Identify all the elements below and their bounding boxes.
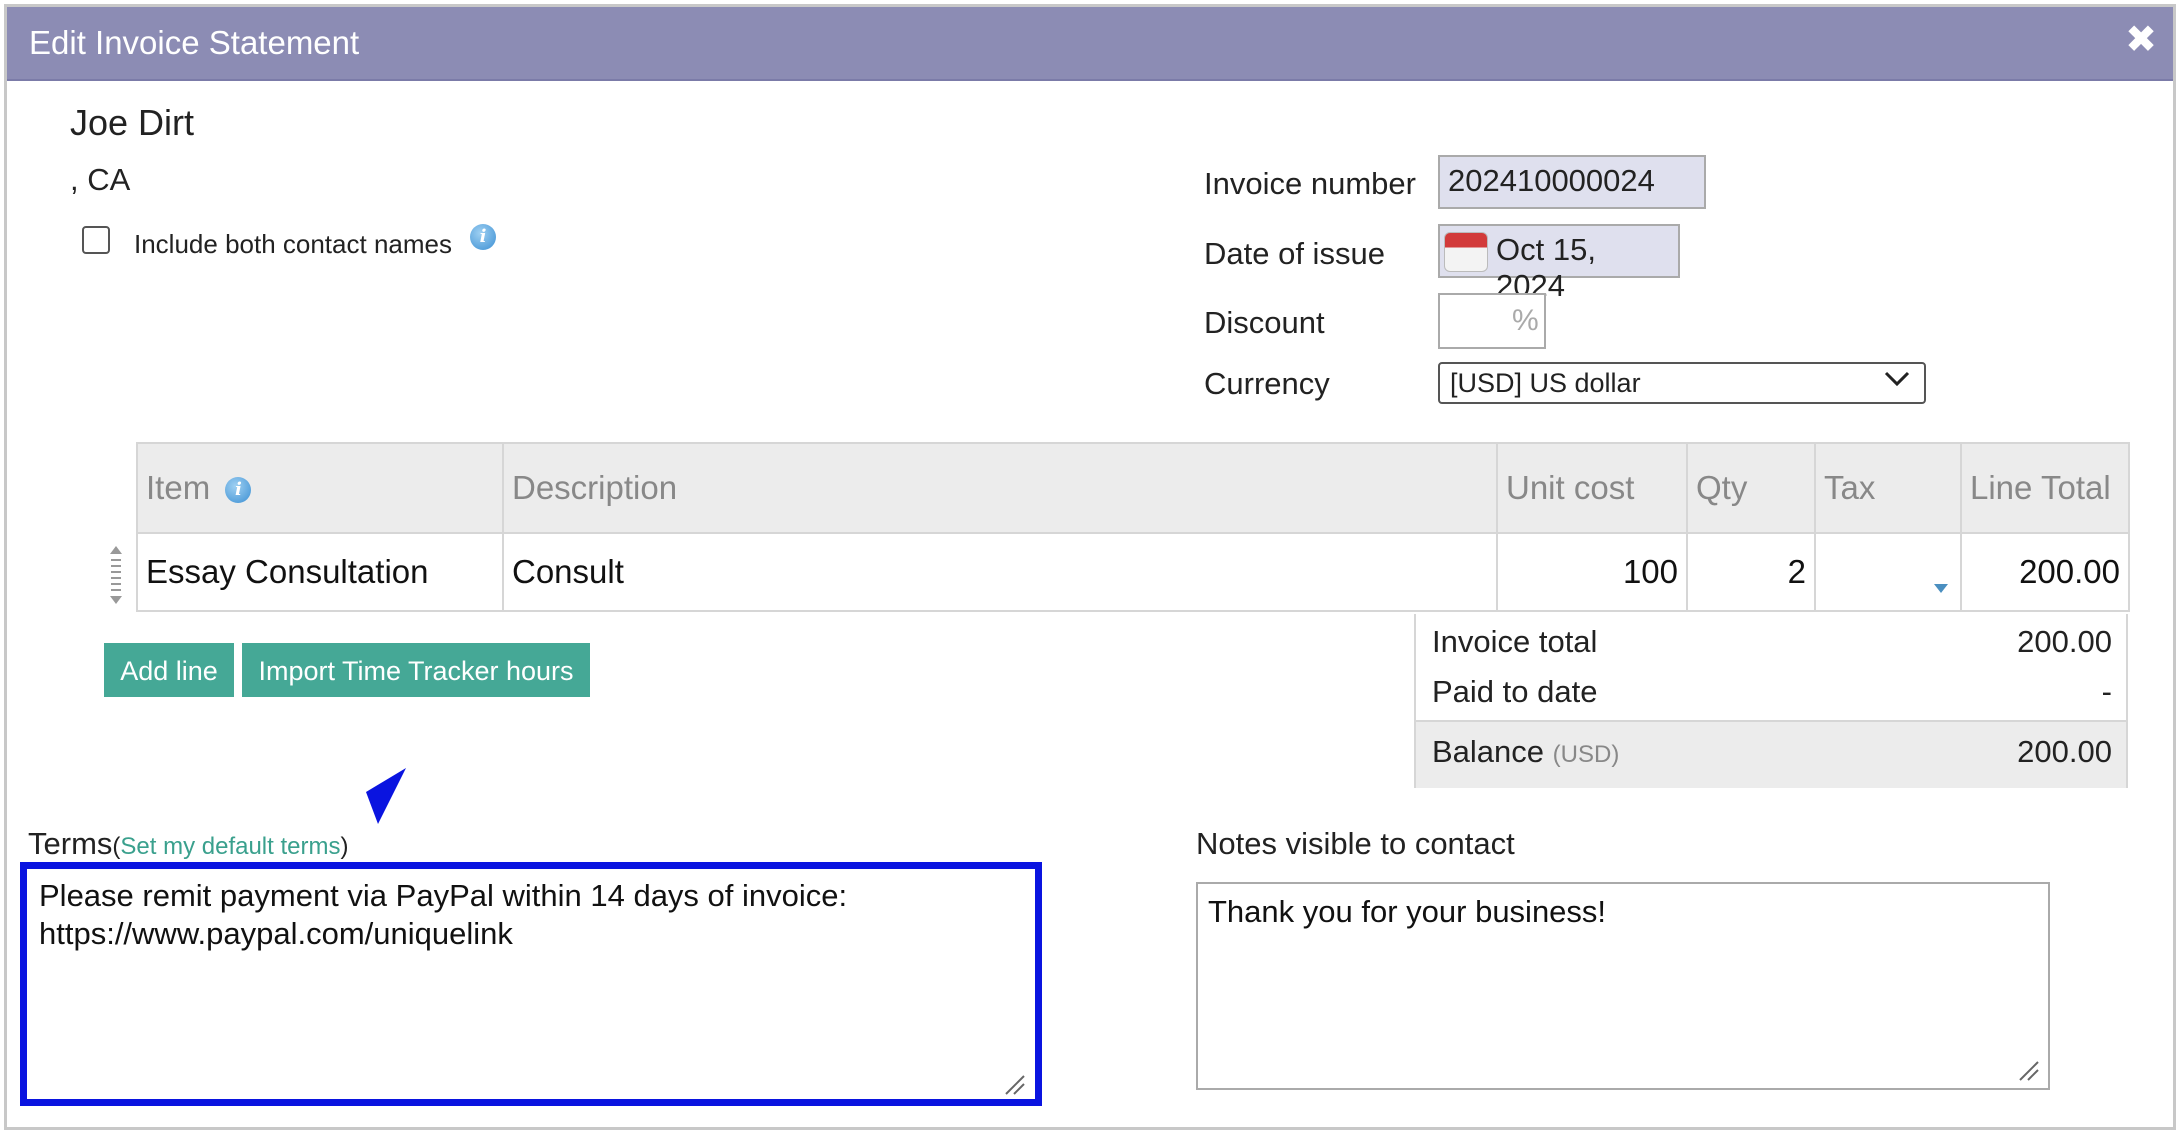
- set-default-terms-link[interactable]: Set my default terms: [120, 833, 340, 860]
- currency-select[interactable]: [USD] US dollar: [1438, 362, 1926, 404]
- import-time-tracker-button[interactable]: Import Time Tracker hours: [242, 643, 590, 697]
- balance-row: Balance (USD) 200.00: [1416, 720, 2126, 788]
- chevron-down-icon: [1882, 366, 1912, 397]
- column-header-unit-cost: Unit cost: [1496, 442, 1688, 534]
- dropdown-arrow-icon[interactable]: [1934, 564, 1948, 602]
- terms-label: Terms: [28, 826, 113, 861]
- include-both-names-checkbox[interactable]: [82, 226, 110, 254]
- tax-cell[interactable]: [1814, 532, 1962, 612]
- dialog-titlebar: Edit Invoice Statement ✖: [7, 7, 2173, 81]
- paid-to-date-value: -: [2101, 674, 2112, 709]
- dialog-title: Edit Invoice Statement: [29, 24, 360, 61]
- column-header-item: Item i: [136, 442, 504, 534]
- drag-handle-icon[interactable]: [108, 546, 124, 604]
- table-header-row: Item i Description Unit cost Qty Tax Lin…: [136, 442, 2130, 534]
- balance-label-group: Balance (USD): [1432, 734, 1619, 770]
- column-header-qty: Qty: [1686, 442, 1816, 534]
- balance-currency: (USD): [1552, 741, 1620, 768]
- contact-address: , CA: [70, 162, 131, 197]
- close-icon[interactable]: ✖: [2125, 17, 2157, 62]
- invoice-total-label: Invoice total: [1432, 624, 1598, 659]
- totals-panel: Invoice total 200.00 Paid to date - Bala…: [1414, 614, 2128, 788]
- info-icon[interactable]: i: [225, 477, 252, 503]
- info-icon[interactable]: i: [470, 224, 496, 250]
- invoice-number-label: Invoice number: [1204, 166, 1416, 201]
- terms-close-paren: ): [340, 833, 349, 860]
- invoice-total-value: 200.00: [2017, 624, 2112, 659]
- terms-label-group: Terms(Set my default terms): [28, 826, 348, 862]
- currency-label: Currency: [1204, 366, 1330, 401]
- notes-textarea[interactable]: Thank you for your business!: [1196, 882, 2050, 1090]
- column-header-item-label: Item: [146, 469, 211, 506]
- add-line-button[interactable]: Add line: [104, 643, 234, 697]
- line-total-cell: 200.00: [1960, 532, 2130, 612]
- percent-suffix: %: [1512, 304, 1539, 337]
- discount-label: Discount: [1204, 305, 1325, 340]
- column-header-description: Description: [502, 442, 1498, 534]
- column-header-tax: Tax: [1814, 442, 1962, 534]
- paid-to-date-label: Paid to date: [1432, 674, 1598, 709]
- description-cell[interactable]: Consult: [502, 532, 1498, 612]
- balance-label: Balance: [1432, 734, 1545, 769]
- table-row: Essay Consultation Consult 100 2 200.00: [136, 532, 2130, 612]
- date-of-issue-label: Date of issue: [1204, 236, 1385, 271]
- notes-label: Notes visible to contact: [1196, 826, 1515, 861]
- column-header-line-total: Line Total: [1960, 442, 2130, 534]
- item-cell[interactable]: Essay Consultation: [136, 532, 504, 612]
- contact-name: Joe Dirt: [70, 102, 195, 143]
- terms-textarea[interactable]: Please remit payment via PayPal within 1…: [20, 862, 1042, 1106]
- invoice-number-field[interactable]: 202410000024: [1438, 155, 1706, 209]
- include-both-names-label: Include both contact names: [134, 229, 452, 259]
- resize-handle-icon[interactable]: [2018, 1060, 2040, 1082]
- resize-handle-icon[interactable]: [1004, 1074, 1026, 1096]
- qty-cell[interactable]: 2: [1686, 532, 1816, 612]
- line-items-table: Item i Description Unit cost Qty Tax Lin…: [136, 442, 2130, 612]
- balance-value: 200.00: [2017, 734, 2112, 769]
- pointer-cursor-icon: [366, 768, 406, 829]
- unit-cost-cell[interactable]: 100: [1496, 532, 1688, 612]
- calendar-icon[interactable]: [1444, 232, 1488, 272]
